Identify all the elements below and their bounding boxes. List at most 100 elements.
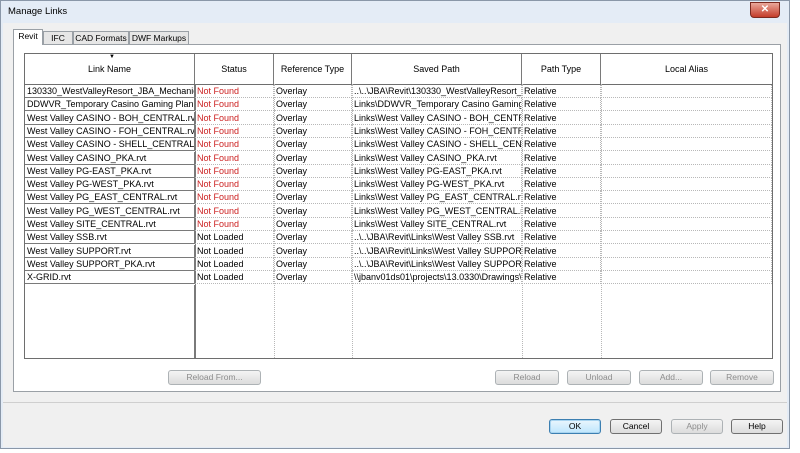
cell-local-alias xyxy=(601,204,772,218)
cell-saved-path: \\jbanv01ds01\projects\13.0330\Drawings\ xyxy=(352,271,522,285)
cell-reference-type: Overlay xyxy=(274,111,352,125)
cell-local-alias xyxy=(601,124,772,138)
row-header-empty-area xyxy=(25,284,195,358)
tab-cad-formats[interactable]: CAD Formats xyxy=(73,31,129,44)
cell-path-type: Relative xyxy=(522,178,601,192)
unload-button[interactable]: Unload xyxy=(567,370,631,385)
cell-status: Not Found xyxy=(195,164,274,178)
table-row[interactable]: West Valley CASINO - FOH_CENTRAL.rvt Not … xyxy=(25,124,772,138)
add-button[interactable]: Add... xyxy=(639,370,703,385)
remove-button[interactable]: Remove xyxy=(710,370,774,385)
cell-path-type: Relative xyxy=(522,231,601,245)
cell-local-alias xyxy=(601,164,772,178)
cell-saved-path: ..\..\JBA\Revit\Links\West Valley SUPPOR… xyxy=(352,257,522,271)
cell-saved-path: Links\West Valley CASINO_PKA.rvt xyxy=(352,151,522,165)
table-header: ▼ Link Name Status Reference Type Saved … xyxy=(25,54,772,85)
table-row[interactable]: West Valley PG_WEST_CENTRAL.rvt Not Found… xyxy=(25,204,772,218)
cancel-button[interactable]: Cancel xyxy=(610,419,662,434)
column-header-saved-path[interactable]: Saved Path xyxy=(352,54,522,84)
tab-dwf-markups[interactable]: DWF Markups xyxy=(129,31,189,44)
cell-saved-path: Links\DDWVR_Temporary Casino Gaming xyxy=(352,98,522,112)
table-row[interactable]: 130330_WestValleyResort_JBA_Mechanical_ N… xyxy=(25,85,772,98)
cell-saved-path: ..\..\JBA\Revit\130330_WestValleyResort_… xyxy=(352,85,522,98)
cell-reference-type: Overlay xyxy=(274,124,352,138)
column-header-status[interactable]: Status xyxy=(195,54,274,84)
cell-link-name: West Valley PG-EAST_PKA.rvt xyxy=(25,164,195,178)
table-row[interactable]: West Valley PG_EAST_CENTRAL.rvt Not Found… xyxy=(25,191,772,205)
cell-link-name: West Valley SITE_CENTRAL.rvt xyxy=(25,218,195,231)
cell-path-type: Relative xyxy=(522,124,601,138)
cell-local-alias xyxy=(601,138,772,152)
tab-ifc[interactable]: IFC xyxy=(43,31,73,44)
table-row[interactable]: West Valley SITE_CENTRAL.rvt Not Found Ove… xyxy=(25,218,772,231)
cell-reference-type: Overlay xyxy=(274,98,352,112)
cell-saved-path: Links\West Valley CASINO - SHELL_CENTR xyxy=(352,138,522,152)
table-row[interactable]: West Valley SUPPORT.rvt Not Loaded Overlay… xyxy=(25,244,772,258)
cell-status: Not Found xyxy=(195,98,274,112)
apply-button[interactable]: Apply xyxy=(671,419,723,434)
cell-status: Not Found xyxy=(195,85,274,98)
column-header-reference-type[interactable]: Reference Type xyxy=(274,54,352,84)
table-row[interactable]: X-GRID.rvt Not Loaded Overlay \\jbanv01ds01… xyxy=(25,271,772,285)
cell-status: Not Loaded xyxy=(195,244,274,258)
cell-link-name: West Valley PG_EAST_CENTRAL.rvt xyxy=(25,191,195,205)
links-table: ▼ Link Name Status Reference Type Saved … xyxy=(24,53,773,359)
cell-status: Not Found xyxy=(195,111,274,125)
cell-reference-type: Overlay xyxy=(274,218,352,231)
column-header-local-alias[interactable]: Local Alias xyxy=(601,54,772,84)
cell-saved-path: Links\West Valley SITE_CENTRAL.rvt xyxy=(352,218,522,231)
ok-button[interactable]: OK xyxy=(549,419,601,434)
cell-local-alias xyxy=(601,178,772,192)
cell-status: Not Loaded xyxy=(195,271,274,285)
cell-reference-type: Overlay xyxy=(274,204,352,218)
column-header-link-name[interactable]: ▼ Link Name xyxy=(25,54,195,84)
help-button[interactable]: Help xyxy=(731,419,783,434)
table-row[interactable]: West Valley PG-WEST_PKA.rvt Not Found Over… xyxy=(25,178,772,192)
cell-path-type: Relative xyxy=(522,271,601,285)
table-row[interactable]: West Valley SSB.rvt Not Loaded Overlay ..\.… xyxy=(25,231,772,245)
close-button[interactable]: ✕ xyxy=(750,2,780,18)
cell-status: Not Found xyxy=(195,178,274,192)
dialog-title: Manage Links xyxy=(8,6,68,17)
cell-reference-type: Overlay xyxy=(274,178,352,192)
cell-reference-type: Overlay xyxy=(274,85,352,98)
reload-from-button[interactable]: Reload From... xyxy=(168,370,261,385)
cell-path-type: Relative xyxy=(522,151,601,165)
tab-revit[interactable]: Revit xyxy=(13,29,43,45)
cell-status: Not Found xyxy=(195,124,274,138)
cell-local-alias xyxy=(601,271,772,285)
reload-button[interactable]: Reload xyxy=(495,370,559,385)
cell-path-type: Relative xyxy=(522,218,601,231)
table-row[interactable]: West Valley PG-EAST_PKA.rvt Not Found Over… xyxy=(25,164,772,178)
cell-path-type: Relative xyxy=(522,98,601,112)
table-row[interactable]: West Valley CASINO_PKA.rvt Not Found Overl… xyxy=(25,151,772,165)
cell-local-alias xyxy=(601,191,772,205)
manage-links-dialog: Manage Links ✕ Revit IFC CAD Formats DWF… xyxy=(0,0,790,449)
table-row[interactable]: DDWVR_Temporary Casino Gaming Plan 3 Not … xyxy=(25,98,772,112)
cell-path-type: Relative xyxy=(522,244,601,258)
cell-saved-path: Links\West Valley PG-WEST_PKA.rvt xyxy=(352,178,522,192)
column-header-path-type[interactable]: Path Type xyxy=(522,54,601,84)
cell-saved-path: Links\West Valley CASINO - BOH_CENTRA xyxy=(352,111,522,125)
cell-reference-type: Overlay xyxy=(274,191,352,205)
cell-link-name: West Valley CASINO_PKA.rvt xyxy=(25,151,195,165)
title-bar[interactable]: Manage Links ✕ xyxy=(1,1,789,23)
cell-link-name: West Valley SUPPORT.rvt xyxy=(25,244,195,258)
cell-link-name: DDWVR_Temporary Casino Gaming Plan 3 xyxy=(25,98,195,112)
cell-path-type: Relative xyxy=(522,138,601,152)
cell-link-name: X-GRID.rvt xyxy=(25,271,195,285)
cell-status: Not Found xyxy=(195,191,274,205)
table-row[interactable]: West Valley CASINO - BOH_CENTRAL.rvt Not … xyxy=(25,111,772,125)
cell-reference-type: Overlay xyxy=(274,244,352,258)
cell-local-alias xyxy=(601,244,772,258)
cell-path-type: Relative xyxy=(522,257,601,271)
cell-saved-path: Links\West Valley CASINO - FOH_CENTRA xyxy=(352,124,522,138)
table-row[interactable]: West Valley SUPPORT_PKA.rvt Not Loaded Ove… xyxy=(25,257,772,271)
cell-local-alias xyxy=(601,257,772,271)
cell-link-name: 130330_WestValleyResort_JBA_Mechanical_ xyxy=(25,85,195,98)
cell-path-type: Relative xyxy=(522,85,601,98)
cell-local-alias xyxy=(601,218,772,231)
cell-link-name: West Valley CASINO - FOH_CENTRAL.rvt xyxy=(25,124,195,138)
cell-path-type: Relative xyxy=(522,191,601,205)
table-row[interactable]: West Valley CASINO - SHELL_CENTRAL.rvt No… xyxy=(25,138,772,152)
